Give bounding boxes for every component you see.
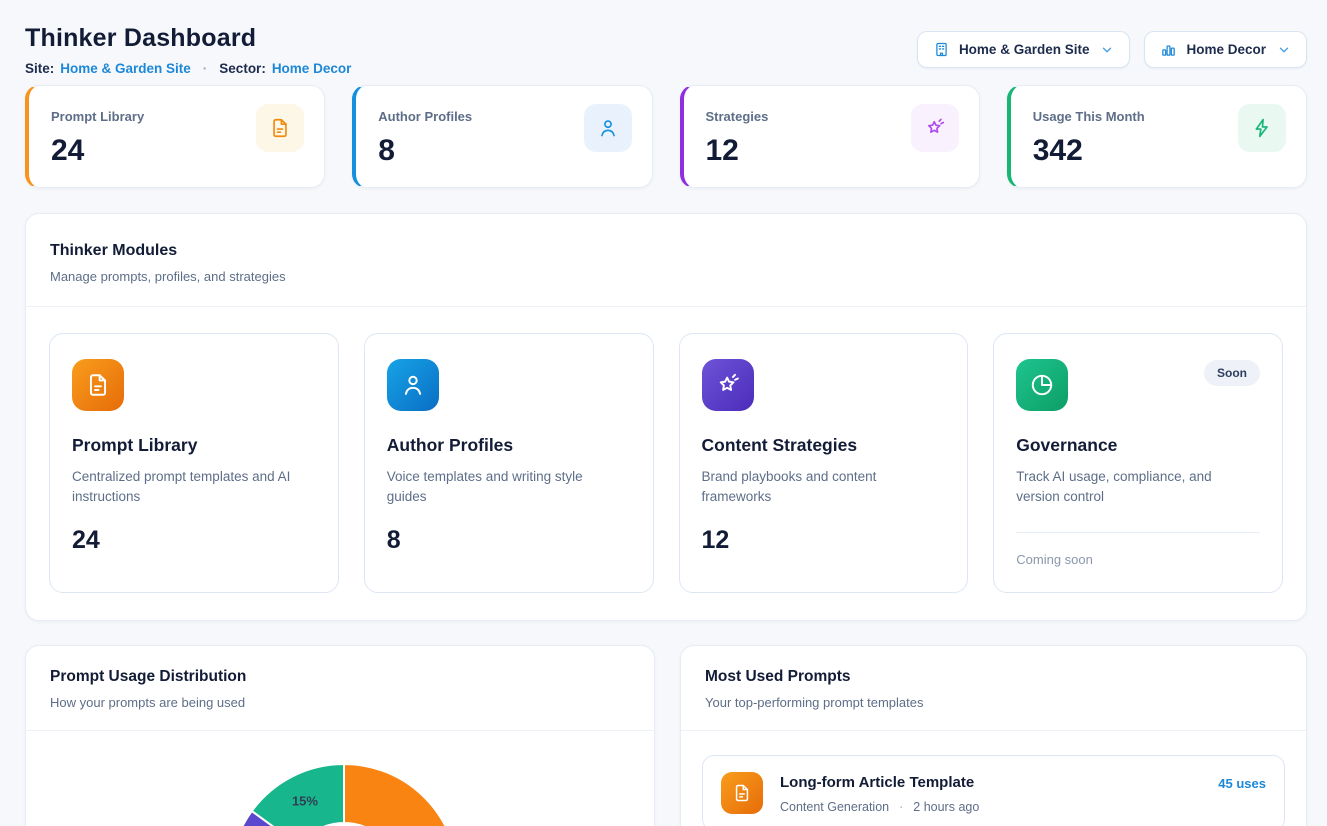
header-left: Thinker Dashboard Site: Home & Garden Si… bbox=[25, 24, 351, 76]
stat-card-strategies: Strategies 12 bbox=[680, 85, 980, 188]
site-selector-label: Home & Garden Site bbox=[959, 42, 1090, 57]
stat-value: 8 bbox=[378, 134, 472, 168]
stat-label: Author Profiles bbox=[378, 109, 472, 124]
site-link[interactable]: Home & Garden Site bbox=[60, 61, 191, 76]
prompt-category: Content Generation bbox=[780, 800, 889, 814]
lightning-icon bbox=[1238, 104, 1286, 152]
page-title: Thinker Dashboard bbox=[25, 24, 351, 53]
card-header: Most Used Prompts Your top-performing pr… bbox=[681, 646, 1306, 731]
stat-value: 24 bbox=[51, 134, 144, 168]
stat-cards-row: Prompt Library 24 Author Profiles 8 Strate… bbox=[25, 85, 1307, 188]
prompt-list: Long-form Article Template Content Gener… bbox=[681, 731, 1306, 826]
breadcrumb: Site: Home & Garden Site · Sector: Home … bbox=[25, 61, 351, 76]
module-count: 8 bbox=[387, 526, 631, 555]
sparkle-star-icon bbox=[911, 104, 959, 152]
header-selectors: Home & Garden Site Home Decor bbox=[917, 31, 1307, 68]
card-title: Prompt Usage Distribution bbox=[50, 668, 630, 686]
most-used-prompts-card: Most Used Prompts Your top-performing pr… bbox=[680, 645, 1307, 826]
module-description: Track AI usage, compliance, and version … bbox=[1016, 467, 1251, 508]
bottom-row: Prompt Usage Distribution How your promp… bbox=[25, 645, 1307, 826]
chart-area: 15% bbox=[26, 731, 654, 826]
stat-value: 12 bbox=[706, 134, 769, 168]
module-title: Author Profiles bbox=[387, 435, 631, 456]
module-title: Governance bbox=[1016, 435, 1260, 456]
card-header: Prompt Usage Distribution How your promp… bbox=[26, 646, 654, 731]
module-description: Brand playbooks and content frameworks bbox=[702, 467, 937, 508]
dashboard-page: Thinker Dashboard Site: Home & Garden Si… bbox=[0, 0, 1327, 826]
donut-segment bbox=[344, 764, 458, 826]
list-item-prompt[interactable]: Long-form Article Template Content Gener… bbox=[702, 755, 1285, 826]
prompt-meta: Content Generation · 2 hours ago bbox=[780, 800, 979, 814]
thinker-modules-panel: Thinker Modules Manage prompts, profiles… bbox=[25, 213, 1307, 621]
document-icon bbox=[721, 772, 763, 814]
module-card-governance[interactable]: Soon Governance Track AI usage, complian… bbox=[993, 333, 1283, 593]
chevron-down-icon bbox=[1100, 43, 1114, 57]
module-card-author-profiles[interactable]: Author Profiles Voice templates and writ… bbox=[364, 333, 654, 593]
stat-value: 342 bbox=[1033, 134, 1145, 168]
module-card-content-strategies[interactable]: Content Strategies Brand playbooks and c… bbox=[679, 333, 969, 593]
module-count: 24 bbox=[72, 526, 316, 555]
stat-label: Strategies bbox=[706, 109, 769, 124]
sector-label: Sector: bbox=[219, 61, 266, 76]
header: Thinker Dashboard Site: Home & Garden Si… bbox=[25, 24, 1307, 76]
bar-chart-icon bbox=[1160, 41, 1177, 58]
site-selector-dropdown[interactable]: Home & Garden Site bbox=[917, 31, 1131, 68]
document-icon bbox=[256, 104, 304, 152]
module-count: 12 bbox=[702, 526, 946, 555]
prompt-uses-count: 45 uses bbox=[1218, 776, 1266, 791]
sector-selector-label: Home Decor bbox=[1186, 42, 1266, 57]
stat-card-prompt-library: Prompt Library 24 bbox=[25, 85, 325, 188]
sector-selector-dropdown[interactable]: Home Decor bbox=[1144, 31, 1307, 68]
stat-label: Usage This Month bbox=[1033, 109, 1145, 124]
sector-link[interactable]: Home Decor bbox=[272, 61, 352, 76]
pie-chart-icon bbox=[1016, 359, 1068, 411]
dot-separator: · bbox=[203, 61, 208, 76]
card-title: Most Used Prompts bbox=[705, 668, 1282, 686]
module-card-prompt-library[interactable]: Prompt Library Centralized prompt templa… bbox=[49, 333, 339, 593]
document-icon bbox=[72, 359, 124, 411]
sparkle-star-icon bbox=[702, 359, 754, 411]
user-icon bbox=[584, 104, 632, 152]
module-description: Centralized prompt templates and AI inst… bbox=[72, 467, 307, 508]
building-icon bbox=[933, 41, 950, 58]
site-label: Site: bbox=[25, 61, 54, 76]
module-cards-grid: Prompt Library Centralized prompt templa… bbox=[26, 307, 1306, 620]
panel-header: Thinker Modules Manage prompts, profiles… bbox=[26, 214, 1306, 307]
coming-soon-text: Coming soon bbox=[1016, 532, 1260, 567]
panel-title: Thinker Modules bbox=[50, 242, 1282, 260]
usage-donut-chart: 15% bbox=[26, 731, 655, 826]
prompt-time: 2 hours ago bbox=[913, 800, 979, 814]
user-icon bbox=[387, 359, 439, 411]
module-title: Content Strategies bbox=[702, 435, 946, 456]
prompt-title: Long-form Article Template bbox=[780, 774, 979, 791]
dot-separator: · bbox=[899, 800, 903, 814]
soon-badge: Soon bbox=[1204, 360, 1260, 386]
stat-card-usage: Usage This Month 342 bbox=[1007, 85, 1307, 188]
stat-card-author-profiles: Author Profiles 8 bbox=[352, 85, 652, 188]
module-description: Voice templates and writing style guides bbox=[387, 467, 622, 508]
card-subtitle: How your prompts are being used bbox=[50, 695, 630, 710]
donut-segment-label: 15% bbox=[292, 793, 318, 808]
module-title: Prompt Library bbox=[72, 435, 316, 456]
chevron-down-icon bbox=[1277, 43, 1291, 57]
usage-distribution-card: Prompt Usage Distribution How your promp… bbox=[25, 645, 655, 826]
panel-subtitle: Manage prompts, profiles, and strategies bbox=[50, 269, 1282, 284]
stat-label: Prompt Library bbox=[51, 109, 144, 124]
card-subtitle: Your top-performing prompt templates bbox=[705, 695, 1282, 710]
